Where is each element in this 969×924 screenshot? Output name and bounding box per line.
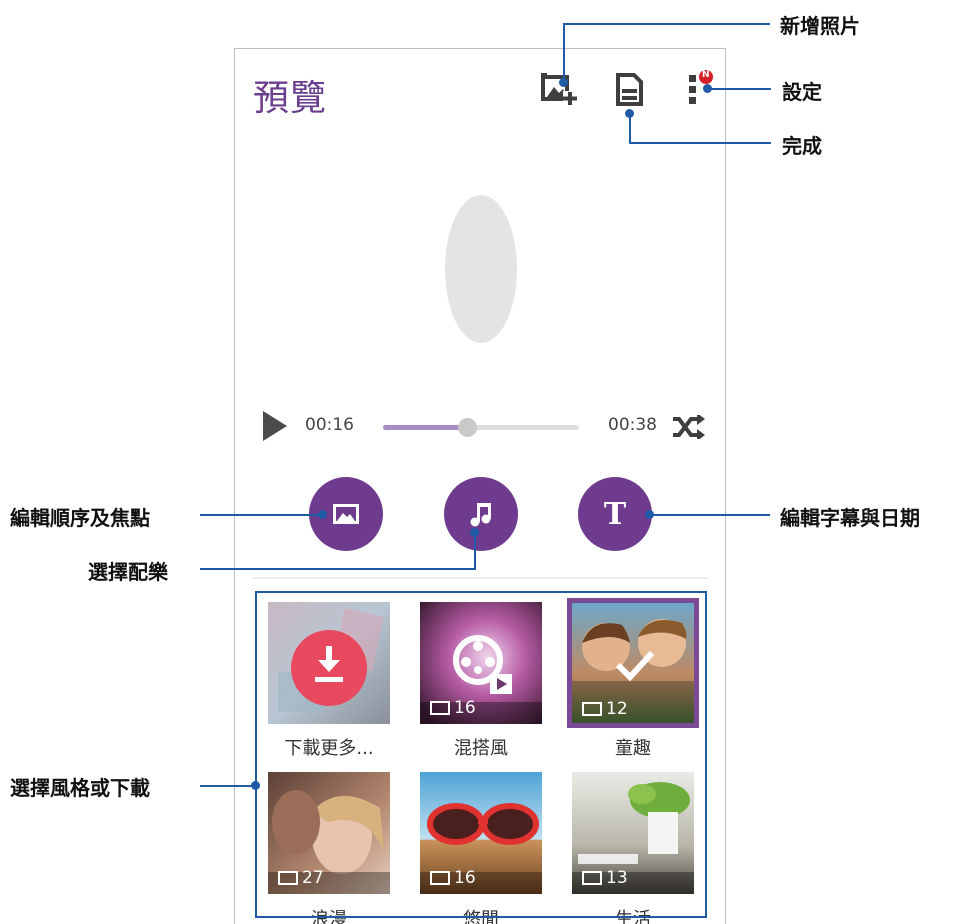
callout-select-music: 選擇配樂 <box>88 560 168 584</box>
text-icon: T <box>603 496 627 532</box>
callout-dot <box>559 78 568 87</box>
callout-select-style: 選擇風格或下載 <box>10 776 150 800</box>
callout-line <box>629 142 771 144</box>
shuffle-icon[interactable] <box>671 413 705 443</box>
seek-bar-fill <box>383 425 468 430</box>
callout-dot <box>251 781 260 790</box>
callout-done: 完成 <box>782 134 822 158</box>
callout-line <box>200 785 256 787</box>
callout-line <box>650 514 770 516</box>
callout-line <box>708 88 771 90</box>
callout-add-photo: 新增照片 <box>780 14 860 38</box>
select-music-button[interactable] <box>444 477 518 551</box>
callout-dot <box>470 528 479 537</box>
seek-bar-handle[interactable] <box>458 418 478 437</box>
callout-line <box>563 24 565 80</box>
image-icon <box>333 504 359 524</box>
seek-bar[interactable] <box>383 418 579 437</box>
video-preview[interactable] <box>445 195 517 343</box>
callout-edit-order: 編輯順序及焦點 <box>10 506 150 530</box>
notification-badge: N <box>702 70 710 80</box>
style-grid-outline <box>255 591 707 918</box>
callout-line <box>563 23 770 25</box>
current-time: 00:16 <box>305 415 354 435</box>
edit-text-button[interactable]: T <box>578 477 652 551</box>
callout-line <box>200 514 322 516</box>
play-icon[interactable] <box>263 411 287 441</box>
save-icon[interactable] <box>615 73 643 111</box>
callout-dot <box>318 510 327 519</box>
divider <box>253 577 709 579</box>
callout-settings: 設定 <box>782 80 822 104</box>
callout-line <box>200 568 476 570</box>
total-time: 00:38 <box>608 415 657 435</box>
music-note-icon <box>470 503 491 527</box>
callout-dot <box>703 84 712 93</box>
callout-line <box>474 533 476 569</box>
page-title: 預覽 <box>253 78 328 119</box>
callout-dot <box>645 510 654 519</box>
callout-edit-text: 編輯字幕與日期 <box>780 506 920 530</box>
callout-dot <box>625 109 634 118</box>
